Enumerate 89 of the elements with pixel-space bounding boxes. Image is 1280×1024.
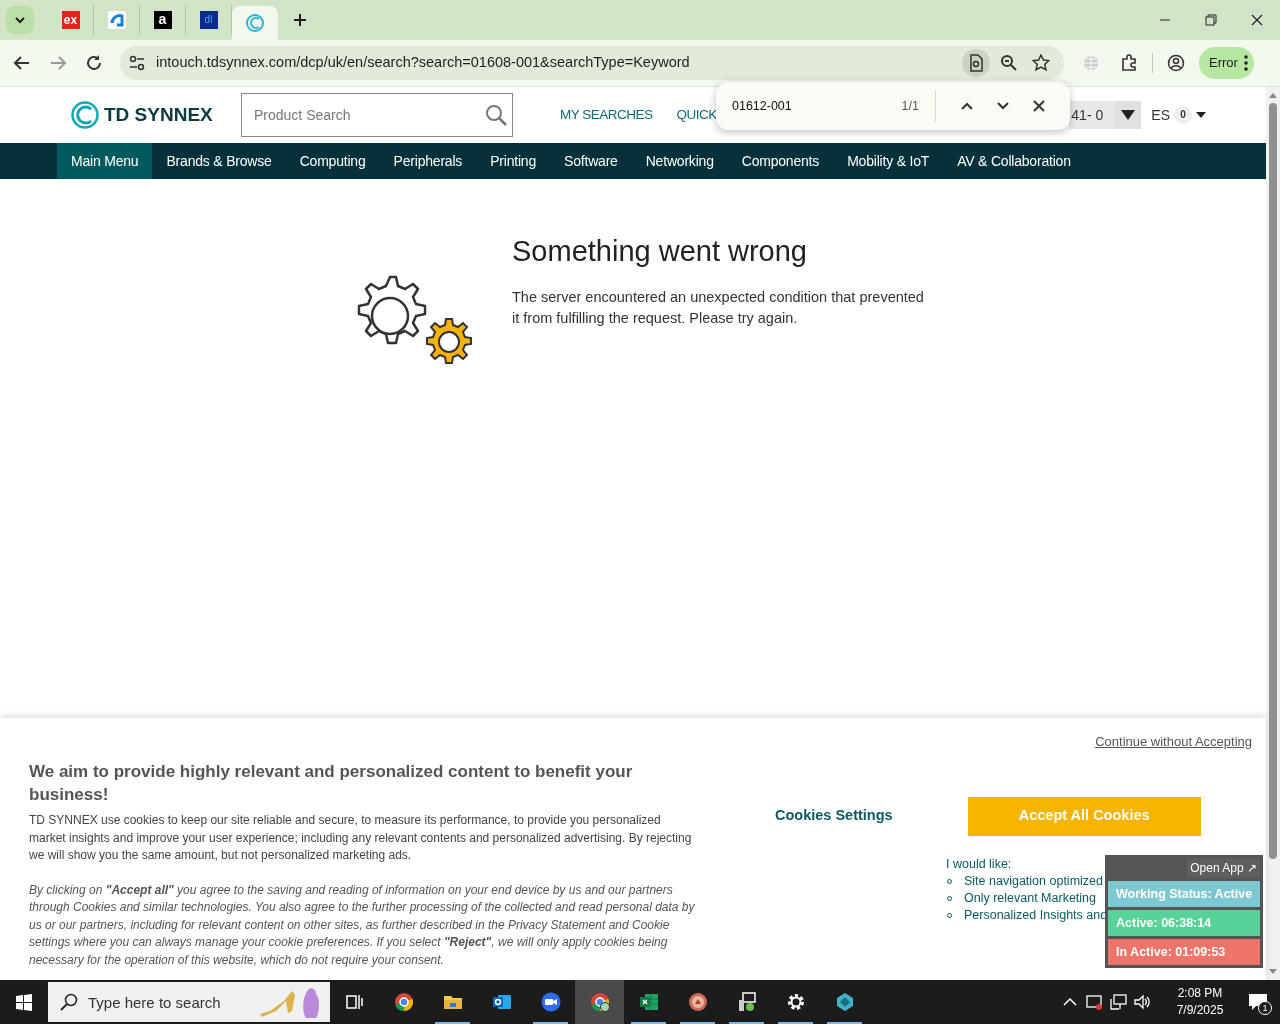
start-icon <box>15 993 33 1011</box>
status-row: In Active: 01:09:53 <box>1108 939 1260 965</box>
nav-tab[interactable]: Networking <box>631 143 728 179</box>
account-dropdown-button[interactable] <box>1115 101 1142 129</box>
nav-tab[interactable]: Components <box>727 143 834 179</box>
consent-text: By clicking on "Accept all" you agree to the saving and reading of information on your end device by us and our partners through Cookies and similar technologies. You also agree to the further processing of the collected and read personal data by us or our partners, including for relevant content on other sites, as further described in the Privacy Statement and Cookie settings where you can always manage your cookie preferences. If you select "Reject", we will only apply cookies being necessary for the operation of this website, which do not require your consent. <box>29 881 696 969</box>
chevron-down-icon <box>14 16 26 24</box>
logo-text: TD SYNNEX <box>104 102 213 127</box>
round-badge-icon <box>687 992 708 1012</box>
status-row: Active: 06:38:14 <box>1108 910 1260 936</box>
network-icon <box>1109 993 1127 1011</box>
reload-icon <box>85 54 103 72</box>
zoom-icon <box>1000 54 1018 72</box>
settings-icon <box>785 992 806 1012</box>
cookies-settings-button[interactable]: Cookies Settings <box>775 805 893 827</box>
plus-icon <box>293 13 307 27</box>
error-title: Something went wrong <box>512 234 808 268</box>
browser-tab[interactable]: ex <box>48 5 94 35</box>
logo-icon <box>71 101 99 129</box>
nav-tab[interactable]: Mobility & IoT <box>833 143 944 179</box>
video-camera-icon <box>540 992 561 1012</box>
scroll-down-icon <box>1268 968 1278 976</box>
profile-icon <box>1167 54 1185 72</box>
spreadsheet-icon <box>638 992 659 1012</box>
product-search-field[interactable]: Product Search <box>241 93 513 137</box>
back-icon <box>13 54 31 72</box>
caret-icon <box>1121 110 1136 120</box>
list-item: Site navigation optimized <box>964 872 1103 890</box>
list-item: Only relevant Marketing <box>964 889 1096 907</box>
tab-list-button[interactable] <box>6 6 34 34</box>
error-menu-button[interactable]: Error <box>1199 47 1254 79</box>
status-row: Working Status: Active <box>1108 881 1260 907</box>
nav-tab[interactable]: Software <box>550 143 632 179</box>
browser-tab[interactable]: a <box>140 5 186 35</box>
scroll-up-icon <box>1268 91 1278 99</box>
header-link[interactable]: QUICK <box>676 104 717 126</box>
task-view-icon <box>344 992 365 1012</box>
account-number[interactable]: 41- 0 <box>1069 101 1116 129</box>
clock-date: 7/9/2025 <box>1176 1002 1224 1019</box>
cookie-heading: We aim to provide highly relevant and personalized content to benefit your business! <box>29 761 634 806</box>
close-icon <box>1251 14 1263 26</box>
browser-icon <box>393 992 414 1012</box>
monitor-icon <box>736 992 757 1012</box>
taskbar-search-field[interactable]: Type here to search <box>48 982 330 1022</box>
search-icon <box>60 993 78 1011</box>
swirl-icon <box>246 14 264 32</box>
cookie-text: TD SYNNEX use cookies to keep our site reliable and secure, to measure its performance, to provide you personalized market insights and improve your user experience; including any relevant contents and personalized advertising. By rejecting we will show you the same amount, but not personalized marketing ads. <box>29 812 693 864</box>
extensions-icon <box>1120 54 1138 72</box>
scrollbar-thumb[interactable] <box>1269 103 1277 859</box>
bookmark-icon <box>1032 54 1050 72</box>
browser-icon <box>589 992 610 1012</box>
nav-tab[interactable]: Main Menu <box>57 143 153 179</box>
search-icon <box>485 104 507 126</box>
volume-icon <box>1133 993 1151 1011</box>
clock[interactable]: 2:08 PM 7/9/2025 <box>1164 980 1236 1024</box>
nav-tab[interactable]: Printing <box>476 143 551 179</box>
more-icon <box>1243 55 1248 71</box>
find-in-page-icon <box>967 54 985 72</box>
favicon: a <box>153 11 172 29</box>
forward-icon <box>49 54 67 72</box>
notification-count: 1 <box>1258 1001 1272 1015</box>
clock-time: 2:08 PM <box>1177 985 1223 1002</box>
find-field[interactable]: 01612-001 <box>732 96 882 116</box>
match-count: 1/1 <box>901 97 919 115</box>
favicon: dl <box>199 11 218 29</box>
browser-tab[interactable]: dl <box>186 5 232 35</box>
nav-tab[interactable]: Computing <box>285 143 380 179</box>
restore-icon <box>1205 14 1217 26</box>
diamond-icon <box>834 992 855 1012</box>
open-app-button[interactable]: Open App ↗ <box>1187 858 1260 878</box>
continue-without-accepting-link[interactable]: Continue without Accepting <box>1095 732 1252 752</box>
device-icon <box>1085 993 1103 1011</box>
scrollbar[interactable] <box>1266 87 1280 980</box>
cart-count-badge: 0 <box>1174 106 1192 124</box>
site-info-icon <box>128 54 146 72</box>
nav-tab[interactable]: Brands & Browse <box>152 143 286 179</box>
find-in-page-button[interactable] <box>962 49 990 77</box>
header-link[interactable]: MY SEARCHES <box>560 104 653 126</box>
mail-icon <box>491 992 512 1012</box>
globe-icon <box>1082 54 1100 72</box>
swirl-icon <box>107 11 126 29</box>
list-title: I would like: <box>946 855 1012 873</box>
favicon: ex <box>61 11 80 29</box>
error-message: The server encountered an unexpected condition that prevented it from fulfilling the request. Please try again. <box>512 288 925 328</box>
language-label[interactable]: ES <box>1151 104 1170 126</box>
nav-tab[interactable]: AV & Collaboration <box>943 143 1085 179</box>
action-center-button[interactable]: 1 <box>1236 980 1280 1024</box>
nav-tab[interactable]: Peripherals <box>379 143 477 179</box>
caret-icon[interactable] <box>1196 112 1206 118</box>
